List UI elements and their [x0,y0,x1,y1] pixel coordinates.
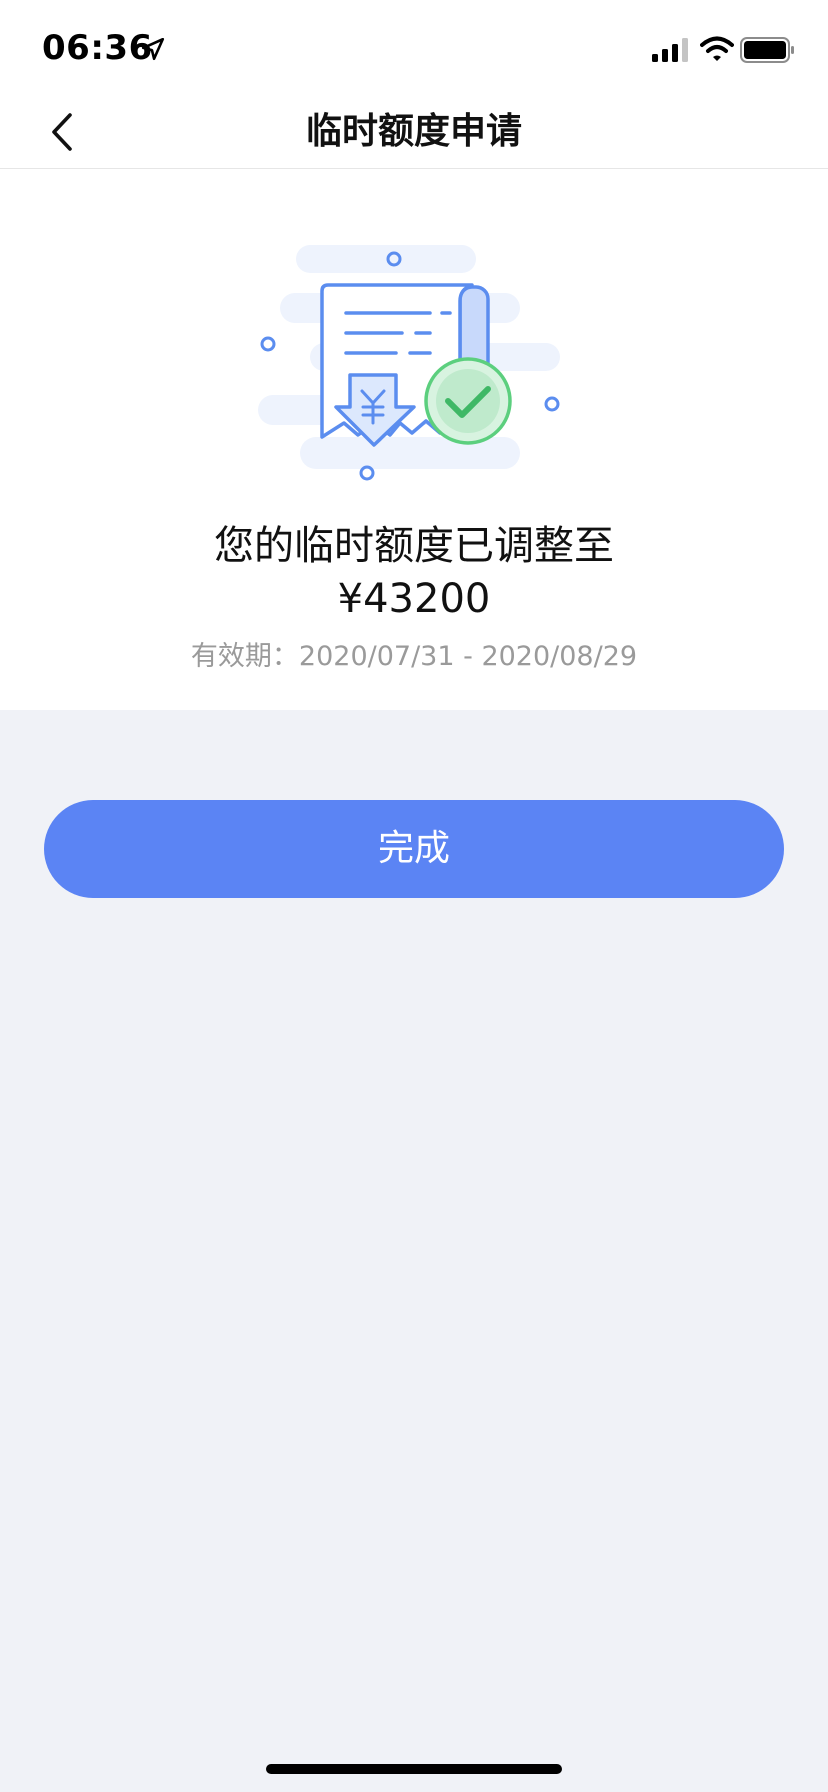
result-amount: ¥43200 [337,576,491,622]
done-button[interactable]: 完成 [44,800,784,898]
nav-bar: 临时额度申请 [0,96,828,169]
back-button[interactable] [34,104,90,160]
result-card: 您的临时额度已调整至 ¥43200 有效期：2020/07/31 - 2020/… [0,169,828,710]
result-message: 您的临时额度已调整至 [214,523,614,569]
home-indicator[interactable] [266,1764,562,1774]
status-bar: 06:36 [0,0,828,96]
status-time: 06:36 [42,28,153,68]
chevron-left-icon [52,113,72,151]
battery-icon [740,37,794,63]
wifi-icon [700,36,734,61]
signal-icon [652,38,688,62]
receipt-check-icon [258,245,560,481]
screen: 06:36 临时额度申请 您的临时额度已调整至 ¥43200 有效期：2020/… [0,0,828,1792]
validity-period: 有效期：2020/07/31 - 2020/08/29 [190,641,638,672]
location-arrow-icon [141,37,165,61]
page-title: 临时额度申请 [305,111,522,152]
